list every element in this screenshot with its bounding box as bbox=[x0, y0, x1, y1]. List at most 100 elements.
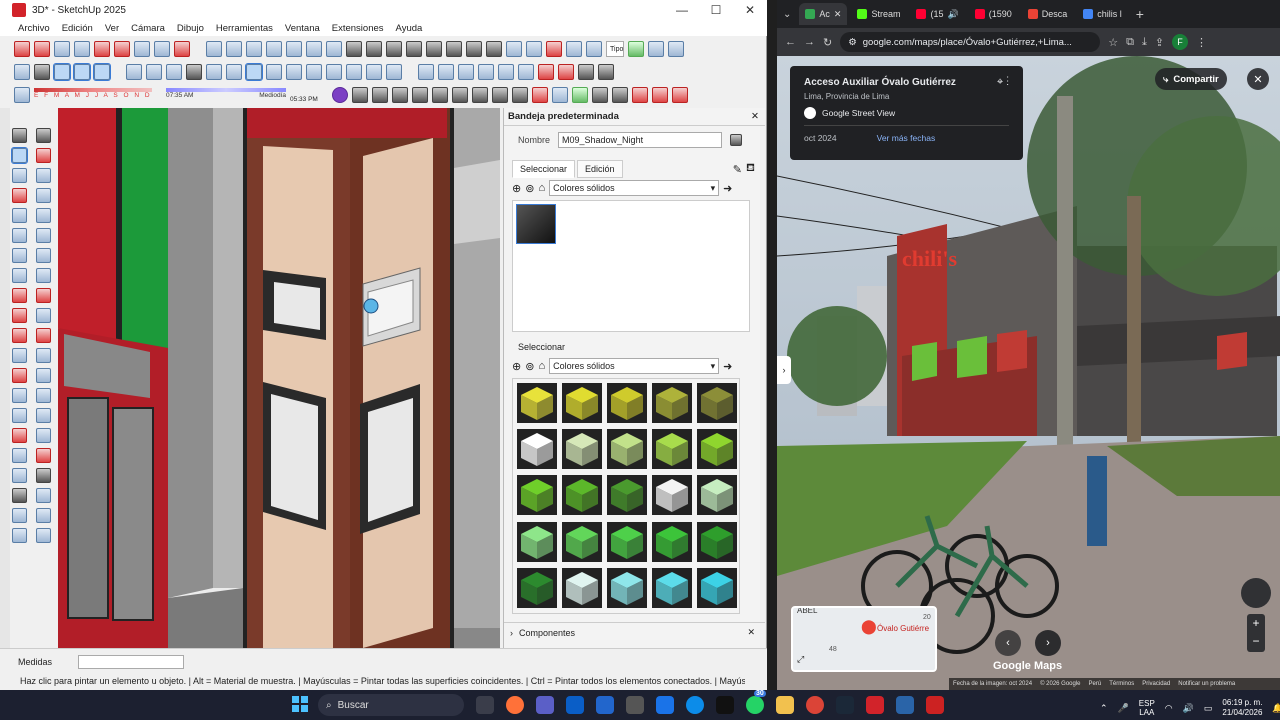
forward-arrow-icon[interactable]: → bbox=[804, 36, 815, 48]
follow-me-icon[interactable] bbox=[36, 308, 51, 323]
components-close-icon[interactable]: ✕ bbox=[747, 627, 755, 638]
more-dates-link[interactable]: Ver más fechas bbox=[877, 133, 936, 143]
file-explorer-icon[interactable] bbox=[776, 696, 794, 714]
protractor-icon[interactable] bbox=[586, 41, 602, 57]
model-info-icon[interactable] bbox=[486, 41, 502, 57]
save-icon[interactable] bbox=[326, 41, 342, 57]
material-swatch[interactable] bbox=[697, 383, 737, 423]
library-select[interactable]: Colores sólidos ▾ bbox=[549, 180, 720, 196]
tag-icon[interactable] bbox=[12, 168, 27, 183]
eraser-2-icon[interactable] bbox=[36, 168, 51, 183]
text-tool-icon[interactable] bbox=[36, 388, 51, 403]
material-swatch[interactable] bbox=[697, 567, 737, 608]
tape-measure-icon[interactable] bbox=[12, 368, 27, 383]
shaded-icon[interactable] bbox=[93, 63, 111, 81]
compass-icon[interactable] bbox=[1241, 578, 1271, 608]
cube-outline-icon[interactable] bbox=[351, 87, 368, 103]
menu-extensiones[interactable]: Extensiones bbox=[332, 23, 384, 34]
right-view-icon[interactable] bbox=[266, 41, 282, 57]
flip-icon[interactable] bbox=[12, 348, 27, 363]
firefox-icon[interactable] bbox=[506, 696, 524, 714]
material-swatch[interactable] bbox=[652, 521, 692, 562]
section-tool-icon[interactable] bbox=[36, 488, 51, 503]
copy-icon[interactable] bbox=[366, 41, 382, 57]
material-swatch[interactable] bbox=[652, 383, 692, 423]
material-swatch[interactable] bbox=[562, 521, 602, 562]
zoom-in-button[interactable]: + bbox=[1247, 614, 1265, 632]
xray-icon[interactable] bbox=[53, 63, 71, 81]
language-indicator[interactable]: ESP LAA bbox=[1139, 699, 1155, 717]
tab-select[interactable]: Seleccionar bbox=[512, 160, 576, 178]
create-material-icon[interactable] bbox=[730, 134, 743, 146]
page-icon[interactable] bbox=[14, 64, 30, 80]
walk-icon[interactable] bbox=[174, 41, 190, 57]
house-6-icon[interactable] bbox=[366, 64, 382, 80]
material-swatch[interactable] bbox=[652, 429, 692, 470]
house-2-icon[interactable] bbox=[286, 64, 302, 80]
measure-icon[interactable] bbox=[578, 64, 594, 80]
box-3-icon[interactable] bbox=[166, 64, 182, 80]
menu-ver[interactable]: Ver bbox=[105, 23, 119, 34]
house-1-icon[interactable] bbox=[266, 64, 282, 80]
previous-view-icon[interactable] bbox=[114, 41, 130, 57]
layer-4-icon[interactable] bbox=[478, 64, 494, 80]
box-6-icon[interactable] bbox=[226, 64, 242, 80]
whatsapp-icon[interactable]: 30 bbox=[746, 690, 766, 714]
material-swatch[interactable] bbox=[652, 475, 692, 516]
pan-icon[interactable] bbox=[36, 428, 51, 443]
erase-icon[interactable] bbox=[406, 41, 422, 57]
3d-text-icon[interactable] bbox=[36, 408, 51, 423]
dimension-icon[interactable] bbox=[566, 41, 582, 57]
undo-icon[interactable] bbox=[426, 41, 442, 57]
material-swatch[interactable] bbox=[562, 567, 602, 608]
prev-photo-button[interactable]: ‹ bbox=[995, 630, 1021, 656]
circle-icon[interactable] bbox=[12, 228, 27, 243]
shadow-toggle-icon[interactable] bbox=[14, 87, 30, 103]
triangle-icon[interactable] bbox=[591, 87, 608, 103]
freehand-icon[interactable] bbox=[36, 188, 51, 203]
minimize-button[interactable]: — bbox=[665, 0, 699, 20]
forward-2-icon[interactable]: ⊚ bbox=[525, 360, 534, 373]
paste-icon[interactable] bbox=[386, 41, 402, 57]
orbit-icon[interactable] bbox=[34, 41, 50, 57]
back-2-icon[interactable]: ⊕ bbox=[512, 360, 521, 373]
extensions-icon[interactable]: ⧉ bbox=[1126, 36, 1134, 49]
sphere-icon[interactable] bbox=[371, 87, 388, 103]
site-info-icon[interactable]: ⚙ bbox=[848, 37, 857, 48]
tab-download[interactable]: Desca bbox=[1022, 3, 1074, 25]
line-icon[interactable] bbox=[12, 188, 27, 203]
steam-icon[interactable] bbox=[836, 696, 854, 714]
eyedropper-icon[interactable]: ✎ bbox=[733, 163, 742, 176]
user-icon[interactable] bbox=[34, 64, 50, 80]
axes-icon[interactable] bbox=[546, 41, 562, 57]
material-swatch[interactable] bbox=[652, 567, 692, 608]
arrow-1-icon[interactable] bbox=[631, 87, 648, 103]
menu-archivo[interactable]: Archivo bbox=[18, 23, 50, 34]
iso-view-icon[interactable] bbox=[206, 41, 222, 57]
layer-5-icon[interactable] bbox=[498, 64, 514, 80]
menu-herramientas[interactable]: Herramientas bbox=[216, 23, 273, 34]
time-slider[interactable]: 07:35 AM Mediodía bbox=[166, 86, 286, 104]
battery-icon[interactable]: ▭ bbox=[1204, 703, 1213, 714]
new-file-icon[interactable] bbox=[286, 41, 302, 57]
maximize-button[interactable]: ☐ bbox=[699, 0, 733, 20]
position-camera-icon[interactable] bbox=[134, 41, 150, 57]
mic-icon[interactable]: 🎤 bbox=[1118, 703, 1129, 714]
clock[interactable]: 06:19 p. m. 21/04/2026 bbox=[1222, 698, 1262, 718]
material-swatch[interactable] bbox=[697, 429, 737, 470]
details-2-icon[interactable]: ➜ bbox=[723, 360, 732, 373]
mail-icon[interactable] bbox=[596, 696, 614, 714]
task-view-icon[interactable] bbox=[476, 696, 494, 714]
menu-ayuda[interactable]: Ayuda bbox=[396, 23, 423, 34]
material-swatch[interactable] bbox=[562, 475, 602, 516]
dimension-tool-icon[interactable] bbox=[36, 368, 51, 383]
redo-icon[interactable] bbox=[446, 41, 462, 57]
tab-close-icon[interactable]: ✕ bbox=[834, 9, 842, 20]
street-view[interactable]: chili's Acceso Auxiliar Óvalo Gutiérrez … bbox=[777, 56, 1280, 690]
tab-chilis[interactable]: chilis l bbox=[1077, 3, 1128, 25]
material-swatch[interactable] bbox=[517, 429, 557, 470]
share-icon[interactable]: ⇪ bbox=[1155, 36, 1164, 49]
shield-icon[interactable] bbox=[531, 87, 548, 103]
style-type-field[interactable]: Tipo bbox=[606, 41, 624, 57]
tray-close-icon[interactable]: ✕ bbox=[751, 111, 759, 122]
